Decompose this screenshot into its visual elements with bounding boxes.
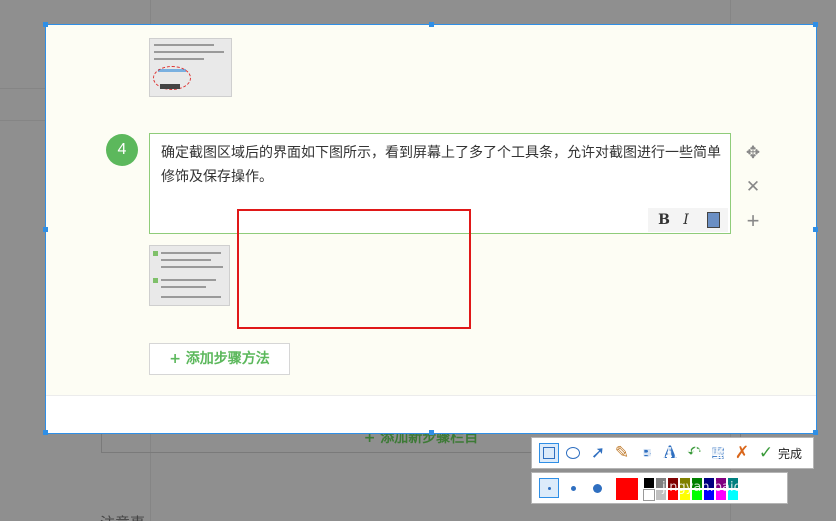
capture-region[interactable]: 4 确定截图区域后的界面如下图所示，看到屏幕上了多了个工具条，允许对截图进行一些… (43, 22, 818, 435)
small-dot-icon[interactable] (539, 478, 559, 498)
resize-handle[interactable] (429, 22, 434, 27)
close-icon[interactable]: ✕ (743, 177, 763, 197)
done-icon[interactable]: ✓ (756, 443, 776, 463)
step-description[interactable]: 确定截图区域后的界面如下图所示，看到屏幕上了多了个工具条，允许对截图进行一些简单… (161, 141, 723, 189)
arrow-icon[interactable]: ➚ (588, 443, 608, 463)
screenshot-thumbnail[interactable] (149, 245, 230, 306)
resize-handle[interactable] (43, 227, 48, 232)
captured-page: 4 确定截图区域后的界面如下图所示，看到屏幕上了多了个工具条，允许对截图进行一些… (46, 25, 816, 433)
add-method-button[interactable]: + 添加步骤方法 (149, 343, 290, 375)
plus-icon[interactable]: + (743, 208, 763, 234)
resize-handle[interactable] (429, 430, 434, 435)
ellipse-icon[interactable] (563, 443, 583, 463)
resize-handle[interactable] (813, 227, 818, 232)
current-color-swatch (616, 478, 638, 500)
screenshot-thumbnail[interactable] (149, 38, 232, 97)
watermark-url: jingyan.baidu.com (662, 480, 782, 495)
resize-handle[interactable] (43, 22, 48, 27)
bold-button[interactable]: B (656, 211, 672, 229)
color-swatch[interactable] (643, 489, 655, 501)
cancel-icon[interactable]: ✗ (732, 443, 752, 463)
insert-image-icon[interactable] (707, 212, 720, 228)
captured-footer (46, 395, 816, 433)
color-swatch[interactable] (644, 478, 654, 488)
italic-button[interactable]: I (678, 211, 694, 229)
step-number: 4 (106, 134, 138, 166)
resize-handle[interactable] (813, 430, 818, 435)
brush-icon[interactable]: ✎ (612, 443, 632, 463)
resize-handle[interactable] (43, 430, 48, 435)
resize-handle[interactable] (813, 22, 818, 27)
bg-divider (0, 88, 45, 89)
medium-dot-icon[interactable] (563, 478, 583, 498)
move-icon[interactable]: ✥ (743, 143, 763, 163)
drawn-rectangle[interactable] (237, 209, 471, 329)
bg-divider (0, 120, 45, 121)
done-button[interactable]: 完成 (778, 445, 802, 462)
watermark: Bai度经验 (639, 444, 730, 466)
large-dot-icon[interactable] (587, 478, 607, 498)
rectangle-icon[interactable] (539, 443, 559, 463)
bg-heading: 注意事 (100, 512, 145, 521)
